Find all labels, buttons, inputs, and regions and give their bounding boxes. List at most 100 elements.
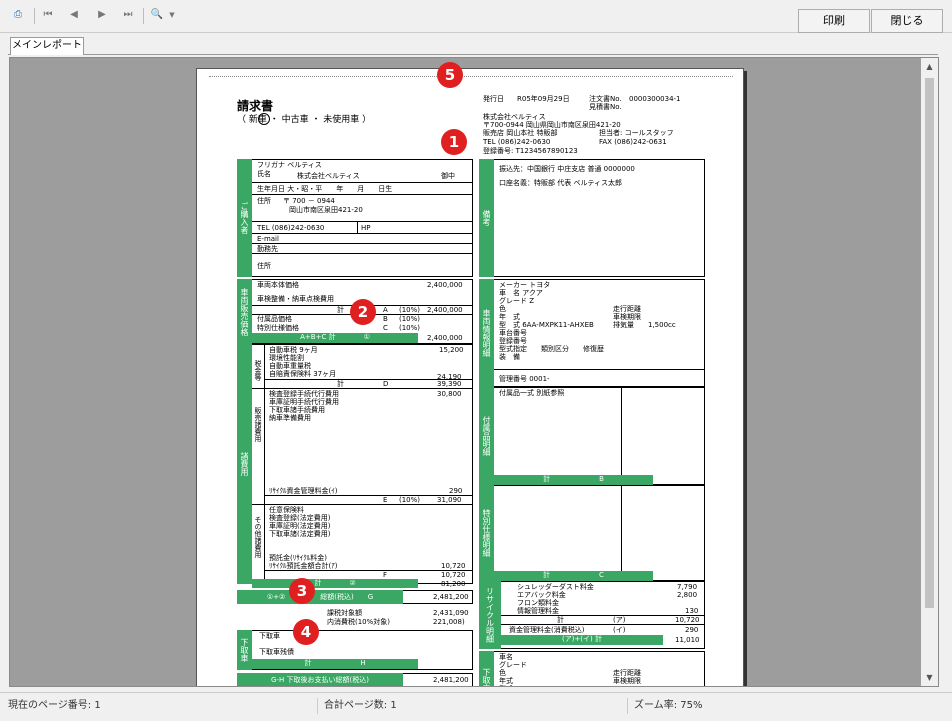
customer-tel: TEL (086)242-0630	[257, 224, 325, 232]
sales-price-label: 車両販売価格	[237, 279, 252, 344]
furigana: フリガナ ベルティス	[257, 161, 322, 169]
birthdate: 生年月日 大・昭・平 年 月 日生	[257, 185, 393, 193]
grand-total-bar: ①+② 総額(税込) G	[237, 590, 403, 604]
email-label: E-mail	[257, 235, 279, 243]
abc-total-value: 2,400,000	[427, 334, 463, 342]
tax-line: 自動車重量税	[269, 362, 311, 370]
report-viewer[interactable]: 請求書 （ 新車 ・ 中古車 ・ 未使用車 ） 発行日 R05年09月29日 注…	[9, 57, 939, 687]
accessory-total-bar: 計 B	[494, 475, 653, 485]
row-line	[494, 369, 705, 370]
callout-badge-1: 1	[441, 129, 467, 155]
seller-reg-no: 登録番号: T1234567890123	[483, 147, 578, 155]
special-price-rate: (10%)	[399, 324, 421, 332]
cell-divider	[621, 485, 622, 571]
print-button[interactable]: 印刷	[798, 9, 870, 33]
recycle-label: リサイクル明細	[479, 581, 501, 649]
misc-total-bar: 計 ②	[252, 579, 418, 588]
row-line	[252, 504, 473, 505]
customer-name: 株式会社ベルティス	[297, 172, 360, 180]
recycle-total-key: (ア)	[613, 616, 626, 624]
issue-date-label: 発行日	[483, 95, 504, 103]
customer-zip: 〒 700 － 0944	[283, 197, 335, 205]
trade-in-info-line: グレード	[499, 661, 527, 669]
toolbar: ⎙ ⏮ ◀ ▶ ⏭ 🔍 ▼ 印刷 閉じる	[0, 0, 952, 33]
export-icon[interactable]: ⎙	[10, 6, 26, 24]
next-page-icon[interactable]: ▶	[94, 6, 110, 24]
special-spec-label: 特別仕様明細	[479, 485, 494, 581]
first-page-icon[interactable]: ⏮	[40, 6, 56, 24]
accessory-label: 付属品明細	[479, 387, 494, 485]
recycle-line: 情報管理料金	[517, 607, 559, 615]
row-line	[252, 182, 473, 183]
selected-car-type-circle	[258, 113, 270, 125]
prev-page-icon[interactable]: ◀	[66, 6, 82, 24]
scroll-down-icon[interactable]: ▼	[921, 669, 938, 686]
bank-account: 振込先：中国銀行 中庄支店 普通 0000000	[499, 165, 635, 173]
car-info-line: 装 備	[499, 353, 520, 361]
zoom-status: ズーム率: 75%	[634, 700, 703, 711]
close-button[interactable]: 閉じる	[871, 9, 943, 33]
address-label: 住所	[257, 197, 271, 205]
mileage-label: 走行距離	[613, 305, 641, 313]
name-label: 氏名	[257, 170, 271, 178]
other-total-key: F	[383, 571, 388, 579]
workplace-label: 勤務先	[257, 245, 278, 253]
tab-main-report[interactable]: メインレポート	[10, 37, 84, 55]
seller-branch: 販売店 岡山本社 特販部	[483, 129, 558, 137]
tax-total-key: D	[383, 380, 389, 388]
order-no: 0000300034-1	[629, 95, 681, 103]
car-info-line: 年 式	[499, 313, 520, 321]
agency-line: 納車準備費用	[269, 414, 311, 422]
other-fees-label: その他諸費用	[254, 516, 262, 558]
trade-in-line: 下取車	[259, 632, 280, 640]
seller-tel: TEL (086)242-0630	[483, 138, 551, 146]
scroll-up-icon[interactable]: ▲	[921, 58, 938, 75]
row-line	[252, 243, 473, 244]
zoom-icon[interactable]: 🔍	[149, 6, 165, 24]
trade-in-expiry-label: 車検期限	[613, 677, 641, 685]
recycle-mgmt-label: 資金管理料金(消費税込)	[509, 626, 585, 634]
buyer-label: ご購入者	[237, 159, 252, 277]
agency-line: 検査登録手続代行費用	[269, 390, 339, 398]
seller-company: 株式会社ベルティス	[483, 113, 546, 121]
car-info-line: 色	[499, 305, 506, 313]
last-page-icon[interactable]: ⏭	[120, 6, 136, 24]
final-total-value: 2,481,200	[433, 676, 469, 684]
row-line	[252, 253, 473, 254]
tax-total-value: 39,390	[437, 380, 462, 388]
recycle-mgmt-value: 290	[685, 626, 699, 634]
other-line: 任意保険料	[269, 506, 304, 514]
scrollbar-thumb[interactable]	[925, 78, 934, 608]
recycle-value: 130	[685, 607, 699, 615]
subtotal-a-key: A	[383, 306, 388, 314]
row-line	[252, 194, 473, 195]
car-info-line: 車台番号	[499, 329, 527, 337]
body-price-value: 2,400,000	[427, 281, 463, 289]
tax-line: 自賠責保険料 37ヶ月	[269, 370, 337, 378]
recycle-total-value: 10,720	[675, 616, 700, 624]
management-no: 管理番号 0001-	[499, 375, 550, 383]
agency-line: 車庫証明手続代行費用	[269, 398, 339, 406]
trade-in-info-line: 車名	[499, 653, 513, 661]
included-tax-label: 内消費税(10%対象)	[327, 618, 391, 626]
accessory-price-label: 付属品価格	[257, 315, 292, 323]
agency-value: 30,800	[437, 390, 462, 398]
honorific: 御中	[441, 172, 455, 180]
trade-in-debt: 下取車残債	[259, 648, 294, 656]
agency-total-rate: (10%)	[399, 496, 421, 504]
body-price-label: 車両本体価格	[257, 281, 299, 289]
subtotal-a-rate: (10%)	[399, 306, 421, 314]
tax-value: 15,200	[439, 346, 464, 354]
vertical-scrollbar[interactable]: ▲ ▼	[921, 58, 938, 686]
accessory-box	[479, 387, 705, 485]
other-line: ﾘｻｲｸﾙ預託金額合計(ｱ)	[269, 562, 338, 570]
tax-base-label: 課税対象額	[327, 609, 362, 617]
chevron-down-icon[interactable]: ▼	[167, 6, 177, 24]
toolbar-separator	[143, 8, 144, 24]
special-spec-box	[479, 485, 705, 581]
inspection-expiry-label: 車検期限	[613, 313, 641, 321]
callout-badge-4: 4	[293, 619, 319, 645]
toolbar-separator	[34, 8, 35, 24]
residence-label: 住所	[257, 262, 271, 270]
trade-in-info-line: 色	[499, 669, 506, 677]
